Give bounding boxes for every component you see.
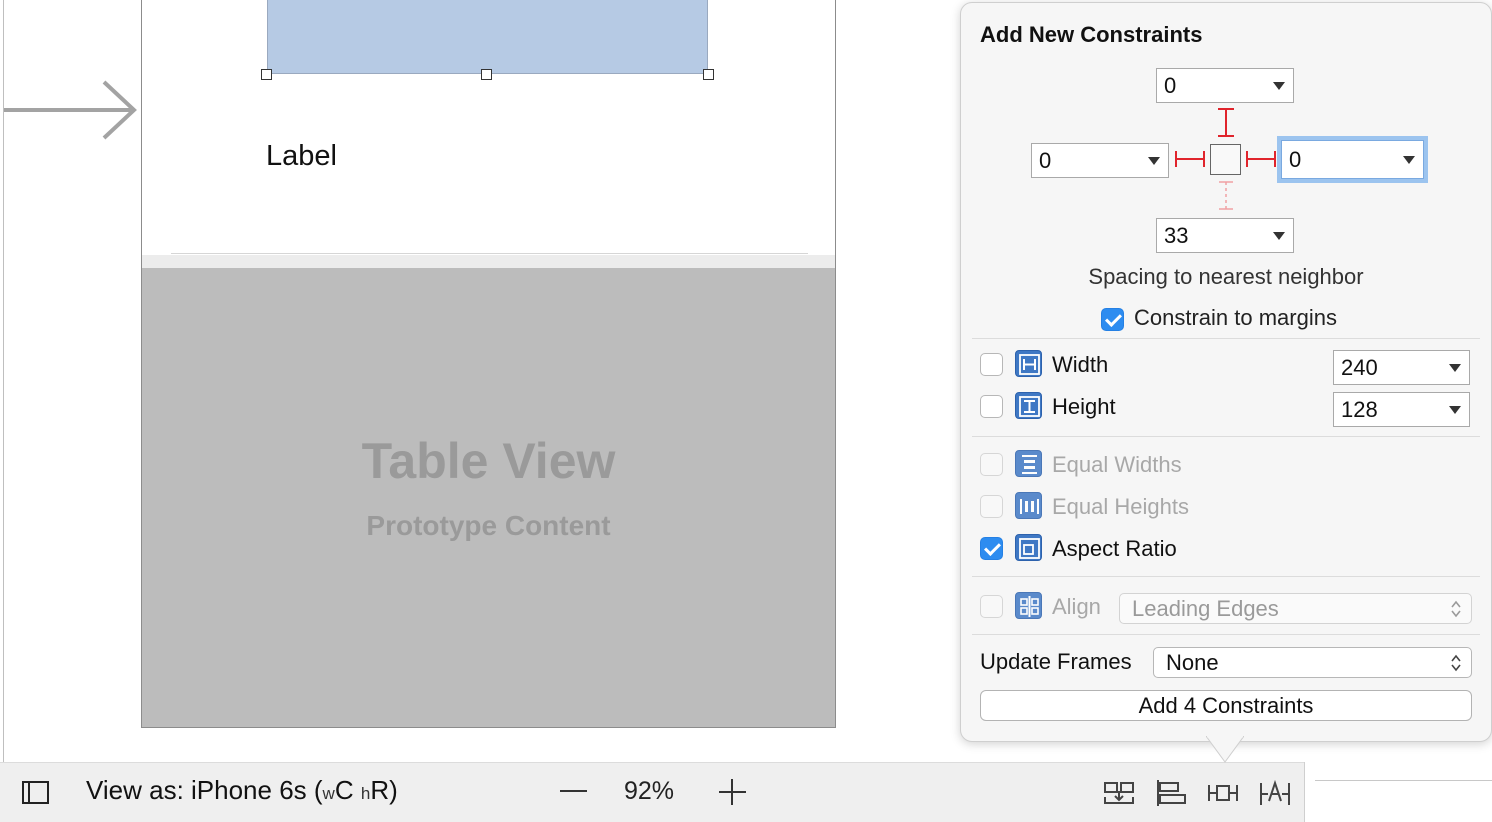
constrain-to-margins-checkbox[interactable] (1101, 308, 1124, 331)
updown-chevron-icon (1451, 600, 1461, 618)
view-as-device-button[interactable]: View as: iPhone 6s (wC hR) (86, 775, 398, 806)
popover-arrow (1206, 736, 1244, 763)
equal-heights-checkbox[interactable] (980, 495, 1003, 518)
section-divider (972, 576, 1480, 577)
chevron-down-icon[interactable] (1449, 364, 1461, 372)
label-view[interactable]: Label (266, 140, 337, 173)
zoom-level: 92% (624, 777, 675, 805)
trailing-constraint-pin-icon[interactable] (1245, 148, 1277, 170)
chevron-down-icon[interactable] (1148, 157, 1160, 165)
section-divider (972, 338, 1480, 339)
document-outline-toggle-icon[interactable] (22, 781, 49, 804)
bottom-spacing-field[interactable]: 33 (1156, 218, 1294, 253)
top-spacing-value: 0 (1164, 73, 1177, 98)
table-view-title: Table View (361, 433, 616, 489)
bar-divider (1304, 762, 1305, 822)
bottom-spacing-value: 33 (1164, 223, 1189, 248)
spacing-caption: Spacing to nearest neighbor (1088, 264, 1364, 289)
height-value: 128 (1341, 397, 1378, 422)
entry-point-arrow[interactable] (0, 80, 140, 140)
size-class-height: R) (370, 775, 398, 805)
height-value-field[interactable]: 128 (1333, 392, 1470, 427)
resize-handle[interactable] (703, 69, 714, 80)
canvas-divider (1315, 780, 1492, 781)
update-frames-label: Update Frames (980, 649, 1132, 674)
equal-widths-checkbox[interactable] (980, 453, 1003, 476)
pin-icon[interactable] (1207, 779, 1239, 807)
width-checkbox[interactable] (980, 353, 1003, 376)
leading-spacing-value: 0 (1039, 148, 1052, 173)
equal-heights-label: Equal Heights (1052, 494, 1189, 519)
size-class-width-prefix: w (322, 784, 335, 803)
chevron-down-icon[interactable] (1403, 156, 1415, 164)
chevron-down-icon[interactable] (1449, 406, 1461, 414)
view-as-label: View as: iPhone 6s ( (86, 775, 323, 805)
size-class-width: C (334, 775, 354, 805)
align-constraint-icon (1015, 592, 1042, 619)
aspect-ratio-icon (1015, 534, 1042, 561)
resize-handle[interactable] (261, 69, 272, 80)
equal-heights-icon (1015, 492, 1042, 519)
constrain-to-margins-label: Constrain to margins (1134, 305, 1337, 330)
size-class-height-prefix: h (360, 784, 371, 803)
align-label: Align (1052, 594, 1101, 619)
equal-widths-label: Equal Widths (1052, 452, 1182, 477)
table-view-subtitle: Prototype Content (366, 510, 611, 541)
chevron-down-icon[interactable] (1273, 232, 1285, 240)
leading-spacing-field[interactable]: 0 (1031, 143, 1169, 178)
popover-title: Add New Constraints (980, 22, 1203, 47)
table-header-strip (142, 255, 835, 268)
bottom-constraint-pin-icon[interactable] (1215, 180, 1237, 212)
width-value-field[interactable]: 240 (1333, 350, 1470, 385)
height-label: Height (1052, 394, 1116, 419)
trailing-spacing-value: 0 (1289, 147, 1302, 172)
top-constraint-pin-icon[interactable] (1215, 107, 1237, 139)
selected-image-view[interactable] (267, 0, 708, 74)
update-frames-value: None (1166, 650, 1219, 675)
width-value: 240 (1341, 355, 1378, 380)
updown-chevron-icon (1451, 654, 1461, 672)
align-select-value: Leading Edges (1132, 596, 1279, 621)
leading-constraint-pin-icon[interactable] (1174, 148, 1206, 170)
align-checkbox[interactable] (980, 595, 1003, 618)
resolve-autolayout-icon[interactable] (1259, 779, 1291, 807)
zoom-in-icon-vertical[interactable] (731, 779, 733, 805)
resize-handle[interactable] (481, 69, 492, 80)
align-icon[interactable] (1155, 779, 1187, 807)
width-label: Width (1052, 352, 1109, 377)
separator-line (171, 253, 808, 254)
width-constraint-icon (1015, 350, 1042, 377)
aspect-ratio-label: Aspect Ratio (1052, 536, 1177, 561)
chevron-down-icon[interactable] (1273, 82, 1285, 90)
top-spacing-field[interactable]: 0 (1156, 68, 1294, 103)
align-select[interactable]: Leading Edges (1119, 593, 1472, 624)
zoom-out-icon[interactable] (560, 790, 587, 792)
embed-in-stack-icon[interactable] (1103, 779, 1135, 807)
add-constraints-button[interactable]: Add 4 Constraints (980, 690, 1472, 721)
height-checkbox[interactable] (980, 395, 1003, 418)
section-divider (972, 634, 1480, 635)
update-frames-select[interactable]: None (1153, 647, 1472, 678)
section-divider (972, 436, 1480, 437)
height-constraint-icon (1015, 392, 1042, 419)
equal-widths-icon (1015, 450, 1042, 477)
selected-view-square (1210, 144, 1241, 175)
aspect-ratio-checkbox[interactable] (980, 537, 1003, 560)
trailing-spacing-field[interactable]: 0 (1277, 136, 1428, 183)
table-view[interactable] (142, 268, 835, 727)
